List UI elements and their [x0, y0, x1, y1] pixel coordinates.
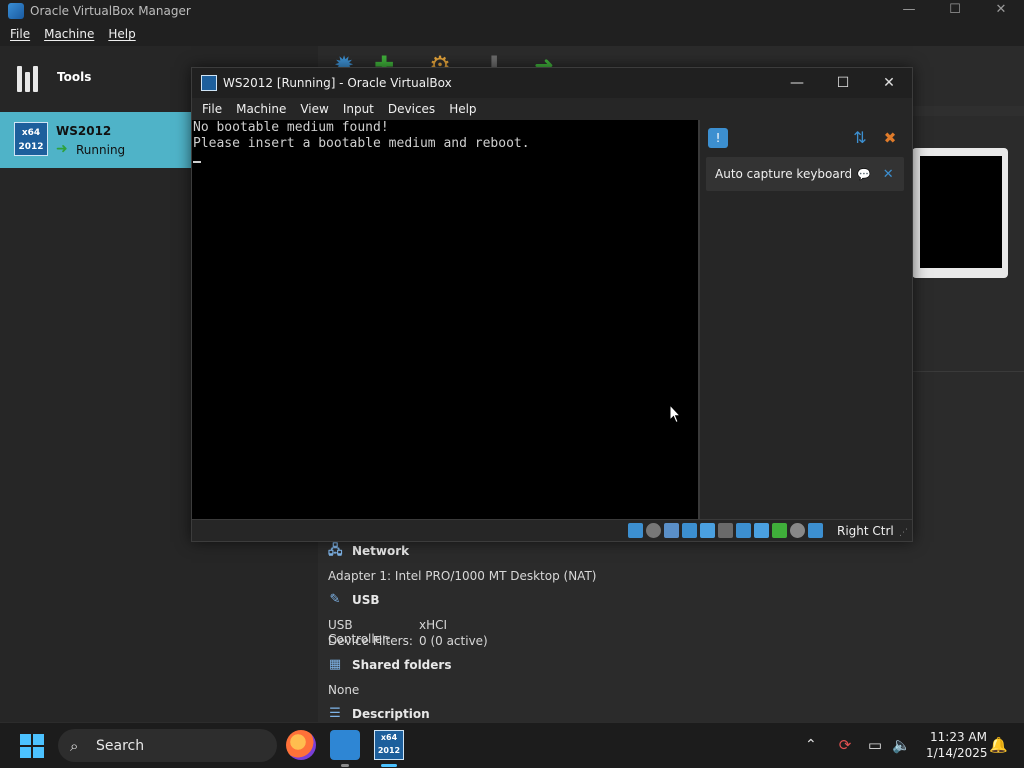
vm-display[interactable]: No bootable medium found! Please insert …: [192, 120, 698, 519]
update-sync-icon[interactable]: ⟳: [836, 736, 854, 754]
close-icon[interactable]: ✕: [883, 167, 894, 182]
shared-folders-title: Shared folders: [352, 658, 452, 672]
boot-message-line: No bootable medium found!: [193, 120, 389, 135]
minimize-button[interactable]: —: [886, 0, 932, 22]
vm-statusbar: Right Ctrl ⋰: [192, 519, 912, 541]
text-cursor: [193, 161, 201, 163]
section-description: ☰ Description: [328, 706, 430, 722]
vm-window: WS2012 [Running] - Oracle VirtualBox — ☐…: [191, 67, 913, 542]
boot-message-line: Please insert a bootable medium and rebo…: [193, 136, 530, 151]
clear-all-icon[interactable]: ✖: [880, 128, 900, 148]
usb-title: USB: [352, 593, 380, 607]
app-active-indicator: [381, 764, 397, 767]
vm-window-icon: [201, 75, 217, 91]
vm-menu-help[interactable]: Help: [449, 102, 476, 116]
chevron-up-icon[interactable]: ⌃: [805, 737, 817, 753]
vm-state: Running: [76, 143, 126, 157]
network-icon: 🖧: [328, 543, 343, 558]
hard-disk-icon[interactable]: [628, 523, 643, 538]
preview-screen: [920, 156, 1002, 268]
tools-label: Tools: [57, 70, 92, 84]
optical-drive-icon[interactable]: [646, 523, 661, 538]
search-label: Search: [96, 737, 145, 754]
network-status-icon[interactable]: [682, 523, 697, 538]
resize-grip-icon[interactable]: ⋰: [899, 528, 909, 538]
vm-close-button[interactable]: ✕: [866, 68, 912, 98]
section-usb: ✎ USB: [328, 592, 380, 608]
windows-start-icon[interactable]: [20, 734, 44, 758]
network-title: Network: [352, 544, 410, 558]
menu-help[interactable]: Help: [108, 27, 135, 41]
host-key-label[interactable]: Right Ctrl: [837, 524, 894, 538]
clock-time[interactable]: 11:23 AM: [930, 730, 987, 744]
manager-menubar: File Machine Help: [0, 22, 1024, 46]
vm-menu-devices[interactable]: Devices: [388, 102, 435, 116]
usb-filters-row: Device Filters: 0 (0 active): [328, 634, 488, 648]
status-icons: [628, 523, 823, 538]
vm-menu-machine[interactable]: Machine: [236, 102, 286, 116]
clock-date[interactable]: 1/14/2025: [926, 746, 988, 760]
preview-frame: [912, 148, 1008, 278]
message-icon[interactable]: !: [708, 128, 728, 148]
notification-bell-icon[interactable]: 🔔: [989, 736, 1008, 754]
manager-title: Oracle VirtualBox Manager: [30, 4, 191, 18]
virtualbox-icon: [8, 3, 24, 19]
sort-icon[interactable]: ⇅: [850, 128, 870, 148]
network-adapter: Adapter 1: Intel PRO/1000 MT Desktop (NA…: [328, 569, 597, 583]
vm-menu-input[interactable]: Input: [343, 102, 374, 116]
folder-icon: ▦: [328, 657, 342, 672]
vm-minimize-button[interactable]: —: [774, 68, 820, 98]
keyboard-icon[interactable]: [808, 523, 823, 538]
firefox-icon[interactable]: [286, 730, 316, 760]
usb-status-icon[interactable]: [700, 523, 715, 538]
menu-machine[interactable]: Machine: [44, 27, 94, 41]
vm-menubar: File Machine View Input Devices Help: [192, 98, 912, 120]
maximize-button[interactable]: ☐: [932, 0, 978, 22]
tools-icon: [17, 62, 47, 92]
running-arrow-icon: ➜: [56, 141, 68, 157]
vm-menu-file[interactable]: File: [202, 102, 222, 116]
description-title: Description: [352, 707, 430, 721]
section-network: 🖧 Network: [328, 543, 410, 559]
volume-muted-icon[interactable]: 🔈: [892, 736, 911, 754]
close-button[interactable]: ✕: [978, 0, 1024, 22]
vm-window-controls: — ☐ ✕: [774, 68, 912, 98]
description-icon: ☰: [329, 706, 341, 721]
help-icon[interactable]: 💬: [857, 168, 871, 181]
audio-icon[interactable]: [664, 523, 679, 538]
notification-text: Auto capture keyboard ...: [715, 167, 851, 181]
taskbar-search[interactable]: ⌕ Search: [58, 729, 277, 762]
notification-center: ! ⇅ ✖ Auto capture keyboard ... 💬 ✕: [698, 120, 912, 519]
cpu-icon[interactable]: [772, 523, 787, 538]
app-running-indicator: [341, 764, 349, 767]
section-shared-folders: ▦ Shared folders: [328, 657, 452, 673]
display-icon[interactable]: [736, 523, 751, 538]
notification-item[interactable]: Auto capture keyboard ... 💬 ✕: [706, 157, 904, 191]
shared-folders-value: None: [328, 683, 360, 697]
menu-file[interactable]: File: [10, 27, 30, 41]
display-network-icon[interactable]: ▭: [866, 736, 884, 754]
manager-window-controls: — ☐ ✕: [886, 0, 1024, 22]
vm-name: WS2012: [56, 124, 112, 138]
shared-folders-status-icon[interactable]: [718, 523, 733, 538]
usb-icon: ✎: [329, 592, 341, 607]
vm-window-title: WS2012 [Running] - Oracle VirtualBox: [223, 76, 452, 90]
vm-maximize-button[interactable]: ☐: [820, 68, 866, 98]
virtualbox-taskbar-icon[interactable]: [330, 730, 360, 760]
recording-icon[interactable]: [754, 523, 769, 538]
taskbar: ⌕ Search x64 2012 ⌃ ⟳ ▭ 🔈 11:23 AM 1/14/…: [0, 722, 1024, 768]
mouse-pointer-icon: [669, 404, 681, 424]
mouse-integration-icon[interactable]: [790, 523, 805, 538]
vm-titlebar: WS2012 [Running] - Oracle VirtualBox — ☐…: [192, 68, 912, 98]
ws2012-taskbar-icon[interactable]: x64 2012: [374, 730, 404, 760]
search-icon: ⌕: [70, 736, 79, 755]
manager-titlebar: Oracle VirtualBox Manager — ☐ ✕: [0, 0, 1024, 22]
vm-menu-view[interactable]: View: [300, 102, 328, 116]
windows-server-2012-icon: x64 2012: [14, 122, 48, 156]
